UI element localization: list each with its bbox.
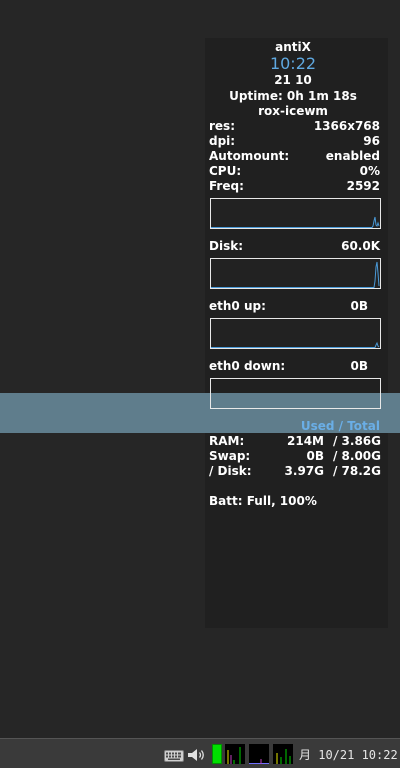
stat-label: CPU:	[209, 164, 242, 178]
stat-value: 1366x768	[313, 119, 380, 133]
disk-value: 60.0K	[341, 239, 380, 253]
battery-status: Batt: Full, 100%	[209, 494, 317, 508]
memory-label: / Disk:	[209, 464, 252, 478]
stat-label: res:	[209, 119, 235, 133]
memory-total: / 8.00G	[332, 449, 381, 463]
stat-label: Automount:	[209, 149, 290, 163]
memory-total: / 78.2G	[332, 464, 381, 478]
stat-value: 0%	[359, 164, 380, 178]
uptime-text: Uptime: 0h 1m 18s	[229, 89, 357, 103]
stat-value: 2592	[346, 179, 380, 193]
mem-monitor-icon[interactable]	[273, 744, 293, 764]
taskbar-clock[interactable]: 月 10/21 10:22	[299, 746, 398, 763]
hostname: antiX	[275, 40, 311, 54]
disk-label: Disk:	[209, 239, 243, 253]
disk-graph	[210, 258, 381, 289]
eth0-down-value: 0B	[350, 359, 369, 373]
stat-value: 96	[363, 134, 380, 148]
memory-used: 3.97G	[284, 464, 324, 478]
cpu-monitor-icon[interactable]	[225, 744, 245, 764]
memory-total: / 3.86G	[332, 434, 381, 448]
eth0-up-label: eth0 up:	[209, 299, 266, 313]
memory-header: Used / Total	[300, 419, 380, 433]
window-manager: rox-icewm	[258, 104, 328, 118]
stat-value: enabled	[325, 149, 380, 163]
memory-ram-row: RAM: 214M / 3.86G	[209, 434, 381, 448]
net-monitor-icon[interactable]	[249, 744, 269, 764]
memory-swap-row: Swap: 0B / 8.00G	[209, 449, 381, 463]
taskbar: 月 10/21 10:22	[0, 738, 400, 768]
battery-monitor-icon[interactable]	[212, 744, 222, 764]
volume-icon[interactable]	[187, 747, 207, 766]
memory-label: Swap:	[209, 449, 251, 463]
memory-used: 0B	[306, 449, 325, 463]
eth0-down-graph	[210, 378, 381, 409]
clock-time: 10:22	[269, 54, 317, 73]
keyboard-icon[interactable]	[164, 747, 184, 766]
memory-used: 214M	[287, 434, 324, 448]
eth0-up-graph	[210, 318, 381, 349]
memory-disk-row: / Disk: 3.97G / 78.2G	[209, 464, 381, 478]
stat-label: Freq:	[209, 179, 244, 193]
eth0-up-value: 0B	[350, 299, 369, 313]
memory-label: RAM:	[209, 434, 245, 448]
date-text: 21 10	[274, 73, 312, 87]
stat-label: dpi:	[209, 134, 236, 148]
eth0-down-label: eth0 down:	[209, 359, 286, 373]
cpu-graph	[210, 198, 381, 229]
